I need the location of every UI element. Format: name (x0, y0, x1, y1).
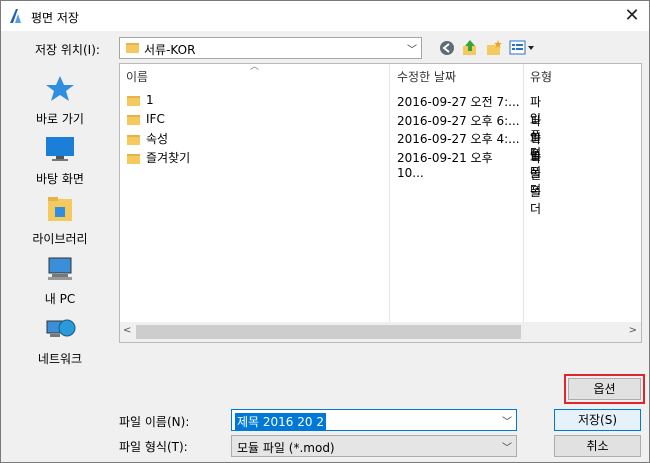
file-name: 속성 (146, 132, 169, 146)
folder-icon (126, 43, 139, 53)
folder-icon (127, 153, 140, 164)
file-date: 2016-09-21 오후 10... (397, 151, 493, 180)
title-bar: 평면 저장 ✕ (1, 1, 649, 31)
file-name: 즐겨찾기 (146, 151, 191, 165)
places-bar: 바로 가기 바탕 화면 라이브러리 내 PC 네트워크 (11, 63, 109, 366)
view-menu-icon[interactable] (509, 40, 535, 59)
sort-up-icon: ︿ (250, 62, 260, 72)
app-icon (10, 9, 21, 23)
filetype-label: 파일 형식(T): (119, 440, 188, 454)
filetype-select[interactable]: 모듈 파일 (*.mod) ﹀ (231, 435, 517, 457)
column-header-type[interactable]: 유형 (530, 68, 552, 85)
save-dialog: 평면 저장 ✕ 저장 위치(I): 서류-KOR ﹀ 바로 가기 바탕 화면 라… (0, 0, 650, 463)
folder-icon (127, 134, 140, 145)
horizontal-scrollbar[interactable]: < > (120, 322, 641, 342)
filename-value: 제목 2016 20 2 (235, 413, 326, 430)
column-divider (523, 64, 524, 330)
place-label: 내 PC (44, 292, 76, 306)
chevron-down-icon: ﹀ (407, 45, 417, 56)
file-type: 파일 폴더 (530, 151, 542, 216)
chevron-down-icon[interactable]: ﹀ (502, 413, 512, 428)
place-quick-access[interactable]: 바로 가기 (11, 75, 109, 127)
scroll-left-icon[interactable]: < (123, 325, 131, 336)
save-button[interactable]: 저장(S) (554, 409, 641, 431)
place-network[interactable]: 네트워크 (11, 315, 109, 367)
options-button[interactable]: 옵션 (568, 378, 641, 400)
network-icon (46, 319, 76, 337)
dialog-title: 평면 저장 (31, 11, 79, 25)
new-folder-icon[interactable] (485, 39, 503, 57)
back-icon[interactable] (438, 39, 456, 57)
location-combo[interactable]: 서류-KOR ﹀ (119, 37, 422, 59)
close-icon[interactable]: ✕ (621, 5, 643, 27)
file-row[interactable]: IFC 2016-09-27 오후 6:... 파일 폴더 (120, 111, 541, 179)
place-label: 바탕 화면 (36, 172, 84, 186)
file-row[interactable]: 속성 2016-09-27 오후 4:... 파일 폴더 (120, 129, 541, 197)
filename-label: 파일 이름(N): (119, 415, 190, 429)
place-label: 바로 가기 (36, 112, 84, 126)
file-list[interactable]: ︿ 이름 수정한 날짜 유형 1 2016-09-27 오전 7:... 파일 … (119, 62, 642, 343)
computer-icon (48, 257, 72, 280)
file-date: 2016-09-27 오전 7:... (397, 95, 520, 109)
library-icon (48, 197, 72, 221)
place-label: 네트워크 (37, 352, 83, 366)
column-header-name[interactable]: 이름 (126, 68, 148, 85)
folder-icon (127, 114, 140, 125)
scroll-thumb[interactable] (136, 325, 521, 339)
file-name: 1 (146, 93, 154, 107)
file-date: 2016-09-27 오후 4:... (397, 132, 520, 146)
place-this-pc[interactable]: 내 PC (11, 255, 109, 307)
folder-icon (127, 95, 140, 106)
filetype-value: 모듈 파일 (*.mod) (237, 441, 335, 455)
column-header-date[interactable]: 수정한 날짜 (397, 68, 456, 85)
filename-input[interactable]: 제목 2016 20 2 ﹀ (231, 409, 517, 431)
file-name: IFC (146, 112, 165, 126)
file-row[interactable]: 1 2016-09-27 오전 7:... 파일 폴더 (120, 92, 541, 160)
file-row[interactable]: 즐겨찾기 2016-09-21 오후 10... 파일 폴더 (120, 148, 541, 216)
desktop-icon (46, 137, 74, 161)
location-value: 서류-KOR (144, 43, 196, 57)
scroll-right-icon[interactable]: > (629, 325, 637, 336)
up-folder-icon[interactable] (461, 39, 479, 57)
place-label: 라이브러리 (32, 232, 88, 246)
place-desktop[interactable]: 바탕 화면 (11, 135, 109, 187)
location-label: 저장 위치(I): (35, 43, 100, 57)
star-icon (46, 76, 74, 101)
file-date: 2016-09-27 오후 6:... (397, 114, 520, 128)
cancel-button[interactable]: 취소 (554, 435, 641, 457)
place-libraries[interactable]: 라이브러리 (11, 195, 109, 247)
chevron-down-icon: ﹀ (502, 443, 512, 454)
